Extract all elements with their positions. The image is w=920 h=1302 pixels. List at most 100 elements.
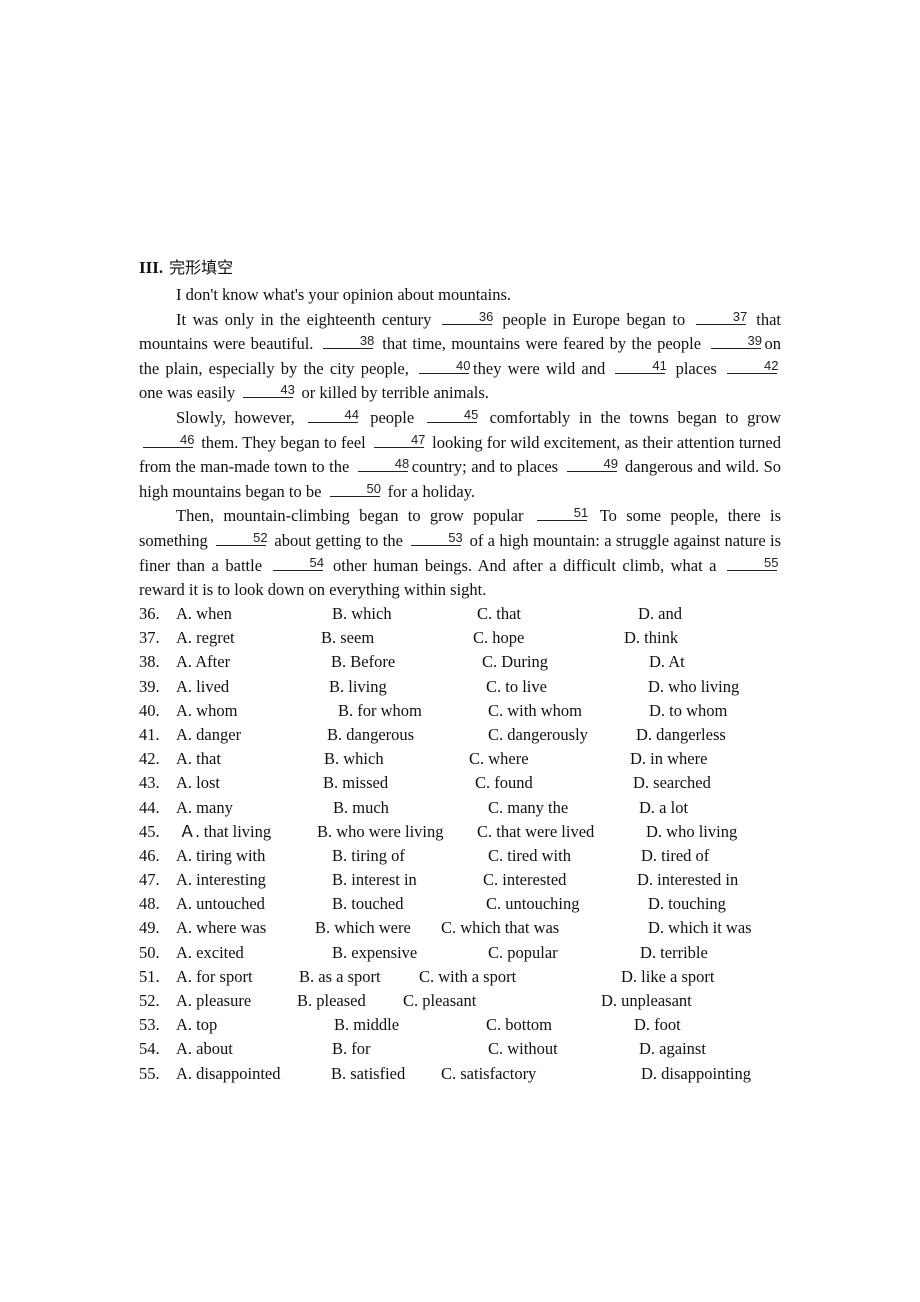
- blank-54: 54: [272, 556, 324, 571]
- option-a: A. when: [176, 604, 232, 623]
- option-a: A. many: [176, 797, 233, 817]
- question-number: 49.: [139, 918, 160, 938]
- option-a: Ａ. that living: [179, 821, 272, 841]
- blank-number: 43: [280, 382, 295, 398]
- question-number: 55.: [139, 1063, 160, 1083]
- blank-number: 39: [747, 333, 762, 349]
- option-b: B. tiring of: [332, 845, 405, 865]
- option-d: D. touching: [648, 894, 726, 914]
- section-title: 完形填空: [169, 258, 234, 277]
- section-heading: III. 完形填空: [139, 257, 233, 279]
- option-a: A. excited: [176, 942, 244, 962]
- question-row: 49. A. where was B. which were C. which tha…: [139, 917, 799, 941]
- option-a: A. tiring with: [176, 845, 266, 865]
- option-d: D. who living: [646, 821, 738, 841]
- option-d: D. against: [639, 1039, 706, 1059]
- passage-text: about getting to the: [270, 530, 408, 550]
- option-a: A. where was: [176, 918, 267, 938]
- question-row: 38. A. After B. Before C. During D. At: [139, 651, 799, 675]
- option-d: D. disappointing: [641, 1063, 751, 1083]
- option-b: B. as a sport: [299, 966, 381, 986]
- option-c: C. untouching: [486, 894, 580, 914]
- option-d: D. interested in: [637, 870, 739, 890]
- option-b: B. who were living: [317, 821, 444, 841]
- option-d: D. searched: [633, 773, 711, 793]
- question-number: 39.: [139, 676, 160, 696]
- blank-49: 49: [566, 457, 618, 473]
- option-a: A. danger: [176, 724, 242, 744]
- option-b: B. for whom: [338, 700, 422, 720]
- question-row: 42. A. that B. which C. where D. in where: [139, 748, 799, 772]
- blank-number: 48: [394, 456, 410, 472]
- option-a: A. lost: [176, 773, 221, 793]
- question-row: 46. A. tiring with B. tiring of C. tired wi…: [139, 845, 799, 869]
- option-b: B. for: [332, 1039, 371, 1059]
- blank-number: 47: [410, 431, 426, 447]
- option-c: C. many the: [488, 797, 569, 817]
- option-d: D. in where: [630, 749, 708, 769]
- option-b: B. expensive: [332, 942, 418, 962]
- blank-44: 44: [307, 408, 359, 423]
- blank-42: 42: [727, 357, 779, 374]
- question-number: 45.: [139, 821, 160, 841]
- passage-text: I don't know what's your opinion about m…: [176, 285, 512, 304]
- blank-43: 43: [243, 382, 295, 399]
- blank-number: 46: [180, 431, 195, 447]
- passage-text: country; and to places: [411, 457, 563, 477]
- option-c: C. with whom: [488, 700, 582, 720]
- question-number: 38.: [139, 652, 160, 672]
- option-b: B. interest in: [332, 870, 417, 890]
- passage-text: It was only in the eighteenth century: [176, 309, 438, 329]
- question-row: 54. A. about B. for C. without D. against: [139, 1038, 799, 1062]
- blank-36: 36: [441, 310, 493, 325]
- option-b: B. which: [324, 749, 384, 769]
- passage-text: people in Europe began to: [495, 309, 692, 329]
- cloze-passage: I don't know what's your opinion about m…: [139, 283, 781, 603]
- option-a: A. for sport: [176, 966, 253, 986]
- passage-text: comfortably in the towns began to grow: [480, 407, 781, 427]
- blank-37: 37: [695, 310, 747, 325]
- blank-46: 46: [143, 431, 195, 448]
- option-c: C. that: [477, 604, 521, 623]
- passage-paragraph: I don't know what's your opinion about m…: [139, 283, 781, 308]
- option-d: D. to whom: [649, 700, 728, 720]
- option-b: B. Before: [331, 652, 396, 672]
- question-row: 40. A. whom B. for whom C. with whom D. to w…: [139, 700, 799, 724]
- question-number: 52.: [139, 991, 160, 1010]
- passage-paragraph: Slowly, however, 44 people 45 comfortabl…: [139, 406, 781, 504]
- blank-number: 42: [764, 357, 779, 373]
- option-c: C. popular: [488, 942, 558, 962]
- option-d: D. At: [649, 652, 685, 672]
- blank-number: 55: [764, 554, 779, 570]
- option-c: C. dangerously: [488, 724, 588, 744]
- blank-number: 45: [463, 406, 479, 422]
- question-row: 47. A. interesting B. interest in C. intere…: [139, 869, 799, 893]
- blank-51: 51: [536, 506, 588, 522]
- option-b: B. which were: [315, 918, 411, 938]
- option-d: D. like a sport: [621, 966, 715, 986]
- question-row: 43. A. lost B. missed C. found D. searched: [139, 772, 799, 796]
- question-number: 41.: [139, 724, 160, 744]
- option-d: D. foot: [634, 1015, 681, 1035]
- blank-48: 48: [357, 456, 410, 473]
- option-a: A. whom: [176, 700, 238, 720]
- option-a: A. pleasure: [176, 991, 252, 1010]
- question-row: 55. A. disappointed B. satisfied C. satisfa…: [139, 1063, 799, 1087]
- question-number: 40.: [139, 700, 160, 720]
- passage-text: reward it is to look down on everything …: [139, 580, 487, 600]
- blank-number: 50: [366, 480, 381, 496]
- option-c: C. satisfactory: [441, 1063, 537, 1083]
- blank-41: 41: [615, 359, 667, 374]
- blank-55: 55: [727, 554, 779, 571]
- option-b: B. satisfied: [331, 1063, 406, 1083]
- option-d: D. who living: [648, 676, 740, 696]
- question-row: 36. A. when B. which C. that D. and: [139, 603, 799, 627]
- option-c: C. where: [469, 749, 529, 769]
- option-d: D. and: [638, 604, 682, 623]
- blank-number: 52: [253, 529, 268, 545]
- option-a: A. that: [176, 749, 221, 769]
- blank-number: 53: [448, 529, 463, 545]
- option-c: C. which that was: [441, 918, 560, 938]
- option-d: D. unpleasant: [601, 991, 692, 1010]
- option-d: D. a lot: [639, 797, 689, 817]
